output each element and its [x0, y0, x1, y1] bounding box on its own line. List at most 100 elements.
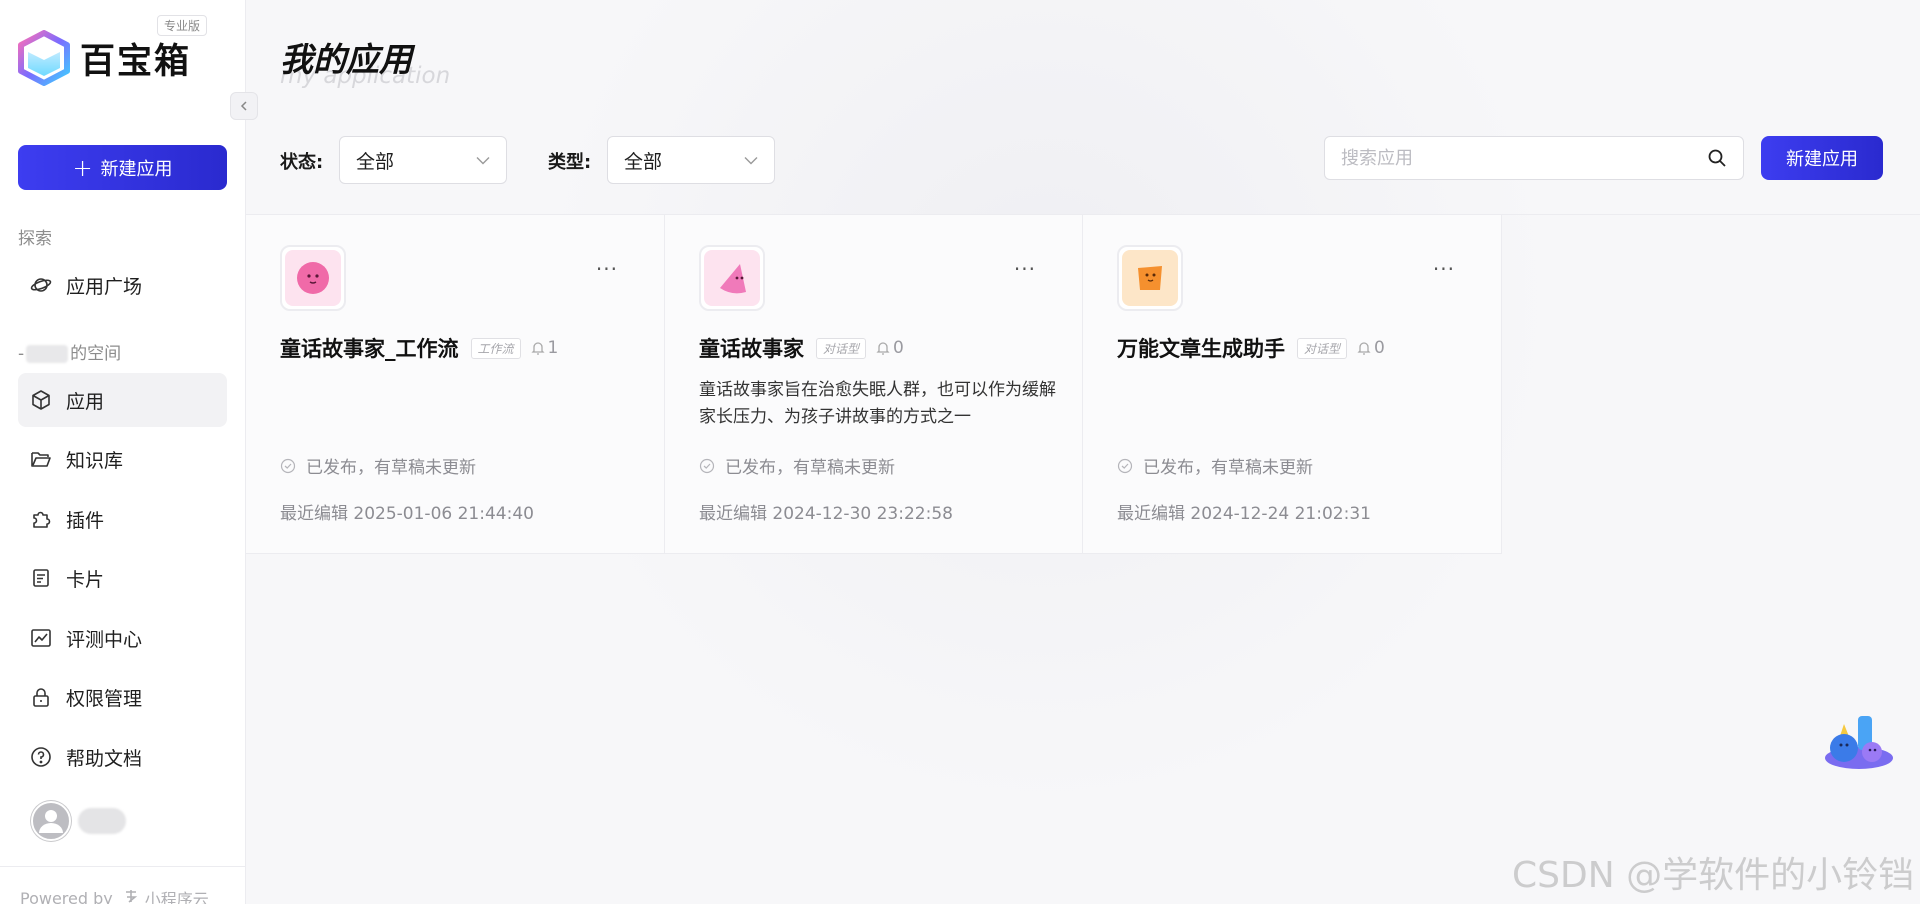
sidebar-item-permissions[interactable]: 权限管理	[18, 670, 227, 724]
powered-by-text: Powered by	[20, 888, 113, 904]
chevron-down-icon	[744, 156, 758, 164]
type-filter-label: 类型:	[548, 152, 592, 173]
subscriber-count: 0	[876, 338, 904, 358]
plus-icon: +	[72, 153, 93, 182]
card-description: 童话故事家旨在治愈失眠人群，也可以作为缓解家长压力、为孩子讲故事的方式之一	[699, 380, 1056, 427]
last-edit-time: 最近编辑 2024-12-24 21:02:31	[1117, 504, 1371, 524]
card-title-row: 万能文章生成助手 对话型 0	[1117, 333, 1467, 363]
sidebar-item-label: 知识库	[66, 449, 124, 472]
page-title: 我的应用	[280, 40, 412, 79]
powered-brand-text: 小程序云	[144, 890, 209, 904]
planet-icon	[30, 274, 52, 296]
chevron-down-icon	[476, 156, 490, 164]
sidebar-item-app-plaza[interactable]: 应用广场	[18, 258, 227, 312]
sidebar-item-knowledge-base[interactable]: 知识库	[18, 432, 227, 486]
app-card[interactable]: ··· 万能文章生成助手 对话型 0 已发布，有草稿未更新 最近编辑 2024-…	[1083, 215, 1502, 554]
divider	[0, 866, 246, 867]
folder-icon	[30, 448, 52, 470]
blurred-user-name	[78, 808, 126, 834]
main-content: my application 我的应用 状态: 全部 类型: 全部 新建应用 ·…	[246, 0, 1920, 904]
bell-icon	[876, 342, 890, 355]
type-tag: 对话型	[816, 337, 867, 359]
avatar[interactable]	[30, 800, 72, 842]
sidebar-item-label: 应用	[66, 390, 105, 413]
type-filter-value: 全部	[624, 150, 663, 173]
type-tag: 对话型	[1297, 337, 1348, 359]
sidebar-item-evaluation[interactable]: 评测中心	[18, 611, 227, 665]
app-card[interactable]: ··· 童话故事家 对话型 0 童话故事家旨在治愈失眠人群，也可以作为缓解家长压…	[664, 215, 1083, 554]
box-logo-icon	[18, 30, 70, 86]
card-title: 万能文章生成助手	[1117, 337, 1285, 361]
count-value: 1	[547, 338, 559, 358]
search-icon[interactable]	[1707, 148, 1727, 168]
card-description	[1117, 377, 1477, 431]
card-title-row: 童话故事家_工作流 工作流 1	[280, 333, 630, 363]
pink-cone-icon	[704, 250, 760, 306]
status-text: 已发布，有草稿未更新	[306, 458, 476, 478]
status-text: 已发布，有草稿未更新	[725, 458, 895, 478]
more-options-icon[interactable]: ···	[596, 257, 618, 281]
collapse-sidebar-button[interactable]	[230, 92, 258, 120]
sidebar-item-plugins[interactable]: 插件	[18, 492, 227, 546]
space-prefix: -	[18, 344, 25, 364]
publish-status: 已发布，有草稿未更新	[699, 453, 895, 478]
orange-block-icon	[1122, 250, 1178, 306]
app-icon	[280, 245, 346, 311]
blurred-username	[26, 345, 69, 363]
sidebar-item-cards[interactable]: 卡片	[18, 551, 227, 605]
status-filter-label: 状态:	[280, 152, 324, 173]
count-value: 0	[893, 338, 904, 358]
subscriber-count: 0	[1357, 338, 1385, 358]
chevron-left-icon	[240, 101, 247, 111]
logo[interactable]: 百宝箱	[18, 30, 191, 86]
bell-icon	[530, 342, 545, 355]
app-icon	[699, 245, 765, 311]
sidebar-item-label: 应用广场	[66, 275, 143, 298]
sidebar-item-label: 卡片	[66, 568, 105, 591]
sidebar-item-apps[interactable]: 应用	[18, 373, 227, 427]
sidebar-item-label: 插件	[66, 509, 105, 532]
status-filter-select[interactable]: 全部	[339, 136, 507, 184]
search-box	[1324, 136, 1744, 180]
card-title: 童话故事家_工作流	[280, 337, 459, 361]
user-avatar-icon	[31, 801, 71, 841]
help-icon	[30, 746, 52, 768]
more-options-icon[interactable]: ···	[1433, 257, 1455, 281]
count-value: 0	[1374, 338, 1385, 358]
pink-ball-icon	[285, 250, 341, 306]
card-title: 童话故事家	[699, 337, 804, 361]
logo-text: 百宝箱	[80, 41, 192, 82]
card-description	[280, 377, 640, 431]
puzzle-icon	[30, 508, 52, 530]
last-edit-time: 最近编辑 2025-01-06 21:44:40	[280, 504, 534, 524]
check-circle-icon	[1117, 458, 1133, 473]
card-icon	[30, 567, 52, 589]
sidebar-item-label: 帮助文档	[66, 747, 143, 770]
edition-badge: 专业版	[157, 15, 208, 36]
sidebar-new-app-button[interactable]: + 新建应用	[18, 145, 227, 190]
subscriber-count: 1	[530, 338, 559, 358]
status-text: 已发布，有草稿未更新	[1143, 458, 1313, 478]
sidebar: 百宝箱 专业版 + 新建应用 探索 应用广场 - 的空间 应用 知识库 插件 卡…	[0, 0, 246, 904]
publish-status: 已发布，有草稿未更新	[280, 453, 476, 478]
watermark: CSDN @学软件的小铃铛	[1512, 855, 1915, 896]
check-circle-icon	[699, 458, 715, 473]
type-filter-select[interactable]: 全部	[607, 136, 775, 184]
more-options-icon[interactable]: ···	[1014, 257, 1036, 281]
space-suffix: 的空间	[70, 344, 122, 364]
app-card[interactable]: ··· 童话故事家_工作流 工作流 1 已发布，有草稿未更新 最近编辑 2025…	[246, 215, 665, 554]
lock-icon	[30, 686, 52, 708]
search-input[interactable]	[1341, 147, 1707, 169]
space-section-label: - 的空间	[18, 339, 121, 364]
assistant-mascot-icon[interactable]	[1822, 710, 1896, 772]
sidebar-new-app-label: 新建应用	[100, 158, 173, 180]
new-app-button[interactable]: 新建应用	[1761, 136, 1883, 180]
sidebar-item-label: 权限管理	[66, 687, 143, 710]
sidebar-item-label: 评测中心	[66, 628, 143, 651]
chart-icon	[30, 627, 52, 649]
check-circle-icon	[280, 458, 296, 473]
last-edit-time: 最近编辑 2024-12-30 23:22:58	[699, 504, 953, 524]
sidebar-item-help-docs[interactable]: 帮助文档	[18, 730, 227, 784]
app-icon	[1117, 245, 1183, 311]
cloud-brand-icon	[123, 888, 139, 904]
